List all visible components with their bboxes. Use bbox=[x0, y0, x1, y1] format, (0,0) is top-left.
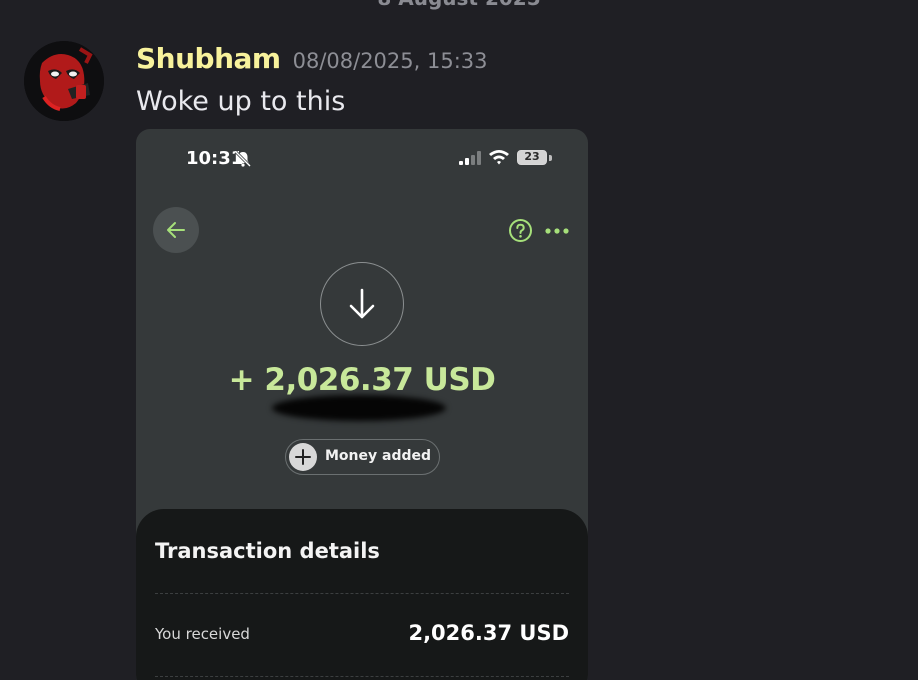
detail-row-value: 2,026.37 USD bbox=[408, 621, 569, 645]
avatar[interactable] bbox=[24, 41, 104, 121]
detail-row-label: You received bbox=[155, 625, 250, 643]
chat-view: 8 August 2025 Shubham 08/08/2025, 15:33 W… bbox=[0, 0, 918, 680]
tag-label: Money added bbox=[325, 448, 432, 464]
divider bbox=[155, 676, 569, 677]
money-added-tag: Money added bbox=[285, 439, 440, 475]
battery-icon: 23 bbox=[517, 150, 547, 165]
message-header: Shubham 08/08/2025, 15:33 bbox=[136, 42, 488, 78]
redaction-scribble bbox=[272, 395, 446, 421]
plus-icon bbox=[289, 443, 317, 471]
transaction-details-card: Transaction details You received 2,026.3… bbox=[136, 509, 588, 680]
battery-level: 23 bbox=[524, 150, 540, 163]
date-divider: 8 August 2025 bbox=[0, 0, 918, 10]
message-text: Woke up to this bbox=[136, 86, 346, 117]
details-title: Transaction details bbox=[155, 539, 380, 563]
back-button[interactable] bbox=[153, 207, 199, 253]
more-icon[interactable] bbox=[544, 223, 570, 239]
username[interactable]: Shubham bbox=[136, 42, 281, 75]
incoming-arrow-badge bbox=[320, 262, 404, 346]
timestamp: 08/08/2025, 15:33 bbox=[292, 49, 488, 73]
signal-icon bbox=[459, 151, 481, 165]
amount: + 2,026.37 USD bbox=[228, 362, 496, 398]
help-icon[interactable] bbox=[508, 218, 533, 243]
image-attachment[interactable]: 10:31 23 + 2,026.37 USD Money added Tran… bbox=[136, 129, 588, 680]
wifi-icon bbox=[489, 150, 509, 165]
bell-slash-icon bbox=[234, 150, 252, 168]
back-arrow-icon bbox=[167, 222, 185, 238]
down-arrow-icon bbox=[349, 288, 375, 319]
battery-nub bbox=[549, 155, 552, 161]
divider bbox=[155, 593, 569, 594]
